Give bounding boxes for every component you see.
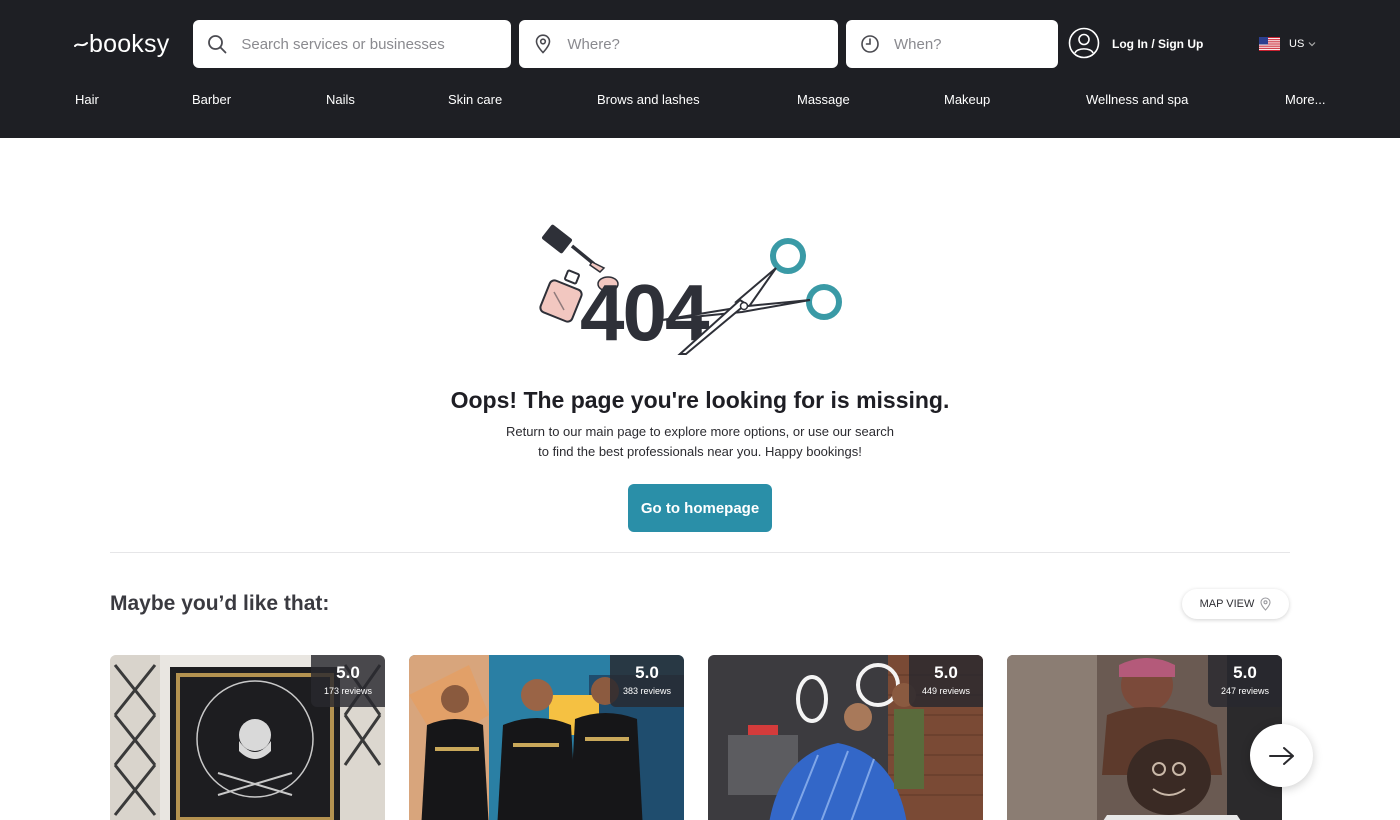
nav-brows-and-lashes[interactable]: Brows and lashes (597, 92, 700, 107)
nav-nails[interactable]: Nails (326, 92, 355, 107)
when-box[interactable] (846, 20, 1058, 68)
when-input[interactable] (894, 20, 1058, 68)
review-count: 173 reviews (323, 686, 373, 696)
rating-score: 5.0 (1233, 663, 1257, 682)
nav-massage[interactable]: Massage (797, 92, 850, 107)
rating-score: 5.0 (934, 663, 958, 682)
go-to-homepage-button[interactable]: Go to homepage (628, 484, 772, 532)
rating-badge: 5.0 247 reviews (1208, 655, 1282, 707)
search-input[interactable] (241, 20, 511, 68)
error-description-line2: to find the best professionals near you.… (538, 444, 862, 459)
locale-label: US (1289, 38, 1305, 50)
where-input[interactable] (567, 20, 838, 68)
review-count: 449 reviews (921, 686, 971, 696)
business-card[interactable]: 5.0 449 reviews (708, 655, 983, 820)
clock-icon (860, 32, 880, 56)
section-divider (110, 552, 1290, 553)
recommendations-title: Maybe you’d like that: (110, 592, 330, 615)
user-avatar-icon (1068, 27, 1100, 62)
login-label: Log In / Sign Up (1112, 37, 1204, 51)
rating-badge: 5.0 383 reviews (610, 655, 684, 707)
location-pin-icon (1260, 597, 1271, 611)
logo-swoosh-icon (74, 42, 88, 47)
error-description: Return to our main page to explore more … (480, 422, 920, 462)
logo-text: booksy (89, 29, 170, 58)
nail-polish-icon (542, 224, 606, 273)
map-view-label: MAP VIEW (1199, 598, 1255, 610)
review-count: 247 reviews (1220, 686, 1270, 696)
locale-selector[interactable]: US (1259, 34, 1316, 54)
arrow-right-icon (1268, 746, 1294, 765)
location-pin-icon (533, 32, 553, 56)
login-signup-link[interactable]: Log In / Sign Up (1068, 27, 1204, 62)
rating-badge: 5.0 173 reviews (311, 655, 385, 707)
carousel-next-button[interactable] (1250, 724, 1313, 787)
rating-score: 5.0 (336, 663, 360, 682)
search-services-box[interactable] (193, 20, 511, 68)
chevron-down-icon (1308, 42, 1316, 47)
nav-makeup[interactable]: Makeup (944, 92, 990, 107)
top-header: booksy Log In / Sign Up US (0, 0, 1400, 138)
review-count: 383 reviews (622, 686, 672, 696)
business-card[interactable]: 5.0 247 reviews (1007, 655, 1282, 820)
nav-more[interactable]: More... (1285, 92, 1325, 107)
search-icon (207, 32, 227, 56)
business-card[interactable]: 5.0 173 reviews (110, 655, 385, 820)
map-view-button[interactable]: MAP VIEW (1182, 589, 1289, 619)
category-nav: Hair Barber Nails Skin care Brows and la… (0, 88, 1400, 114)
rating-badge: 5.0 449 reviews (909, 655, 983, 707)
perfume-bottle-icon (539, 269, 583, 323)
nav-barber[interactable]: Barber (192, 92, 231, 107)
404-illustration: 404 (539, 224, 842, 357)
us-flag-icon (1259, 37, 1280, 51)
nav-hair[interactable]: Hair (75, 92, 99, 107)
nav-wellness-and-spa[interactable]: Wellness and spa (1086, 92, 1188, 107)
business-card[interactable]: 5.0 383 reviews (409, 655, 684, 820)
booksy-logo[interactable]: booksy (74, 28, 169, 60)
nav-skin-care[interactable]: Skin care (448, 92, 502, 107)
rating-score: 5.0 (635, 663, 659, 682)
error-description-line1: Return to our main page to explore more … (505, 424, 895, 439)
error-title: Oops! The page you're looking for is mis… (450, 387, 950, 413)
where-box[interactable] (519, 20, 838, 68)
